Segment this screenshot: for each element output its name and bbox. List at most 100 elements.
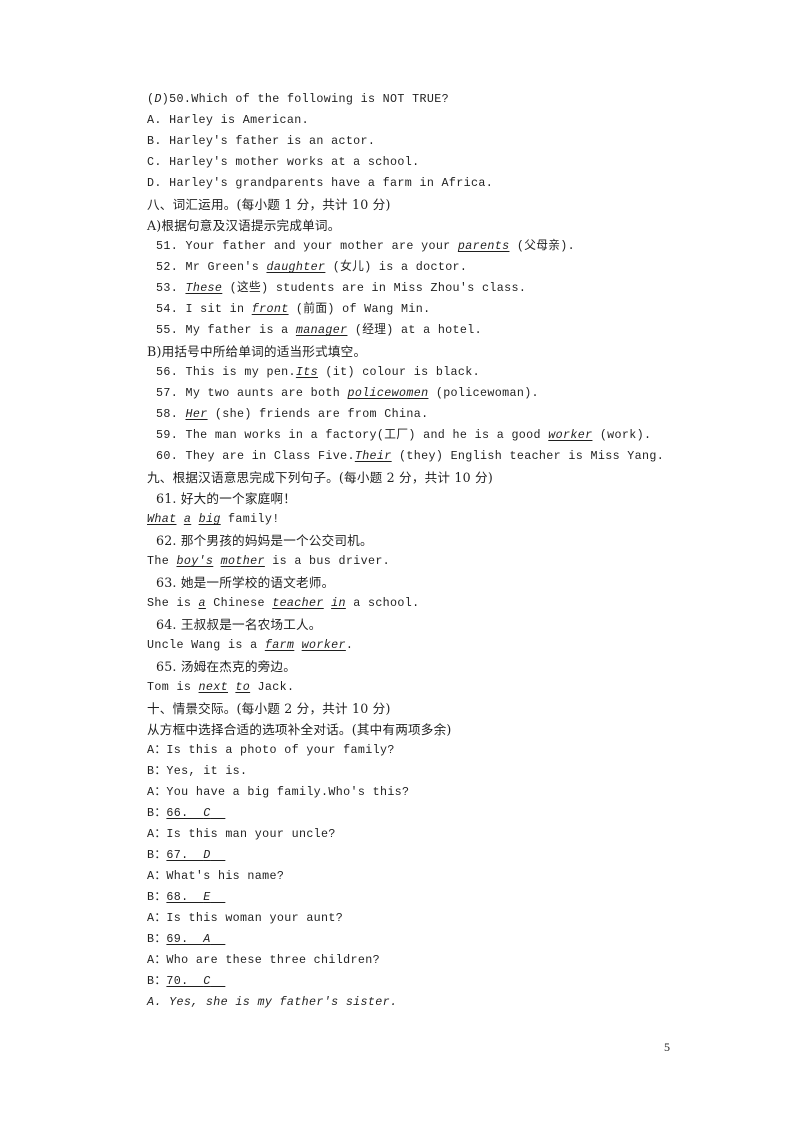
translation-english-line: What a big family! (147, 509, 707, 530)
dialogue-line: A：Is this woman your aunt? (147, 908, 707, 929)
dialogue-blank-answer: A (203, 932, 211, 946)
vocab-a-answer: daughter (266, 260, 326, 274)
question-50-option-b: B. Harley's father is an actor. (147, 134, 376, 148)
section-nine-items: 61. 好大的一个家庭啊！ What a big family! 62. 那个男孩的… (147, 488, 707, 698)
dialogue-blank-gap-end (211, 848, 226, 862)
translation-english-line: Uncle Wang is a farm worker. (147, 635, 707, 656)
vocab-a-text-after: (经理) at a hotel. (347, 323, 482, 337)
translation-number: 63. (156, 575, 177, 590)
translation-answer: next (198, 680, 229, 694)
translation-text: Uncle Wang is a (147, 638, 265, 652)
vocab-a-text-before: I sit in (178, 302, 252, 316)
dialogue-blank-gap (189, 974, 204, 988)
dialogue-blank-gap-end (211, 932, 226, 946)
dialogue-line: A：What's his name? (147, 866, 707, 887)
question-50-option-a: A. Harley is American. (147, 113, 309, 127)
translation-text: is a bus driver. (264, 554, 391, 568)
dialogue-line: B：Yes, it is. (147, 761, 707, 782)
dialogue-blank-number: 70. (166, 974, 189, 988)
translation-answer: big (198, 512, 221, 526)
vocab-b-answer: worker (548, 428, 593, 442)
vocab-b-number: 57. (156, 386, 179, 400)
dialogue-blank[interactable]: 68. E (166, 890, 225, 904)
vocab-b-item: 57. My two aunts are both policewomen (p… (147, 383, 707, 404)
dialogue-text: Is this man your uncle? (166, 827, 336, 841)
dialogue-speaker: B： (147, 764, 167, 778)
dialogue-line: A：Is this a photo of your family? (147, 740, 707, 761)
vocab-a-item: 54. I sit in front (前面) of Wang Min. (147, 299, 707, 320)
dialogue-text: You have a big family.Who's this? (166, 785, 410, 799)
section-ten-heading: 十、情景交际。(每小题 2 分，共计 10 分) (147, 701, 391, 716)
vocab-b-item: 59. The man works in a factory(工厂) and h… (147, 425, 707, 446)
section-ten-dialogue: A：Is this a photo of your family? B：Yes, … (147, 740, 707, 992)
vocab-a-text-after: (这些) students are in Miss Zhou's class. (222, 281, 527, 295)
translation-chinese-text: 她是一所学校的语文老师。 (176, 575, 335, 590)
translation-text: family! (220, 512, 280, 526)
section-nine-heading: 九、根据汉语意思完成下列句子。(每小题 2 分，共计 10 分) (147, 470, 493, 485)
dialogue-blank-answer: E (203, 890, 211, 904)
dialogue-blank-answer: D (203, 848, 211, 862)
vocab-b-item: 60. They are in Class Five.Their (they) … (147, 446, 707, 467)
translation-chinese-line: 63. 她是一所学校的语文老师。 (147, 572, 707, 593)
dialogue-line-blank: B：66. C (147, 803, 707, 824)
dialogue-line-blank: B：69. A (147, 929, 707, 950)
vocab-b-text-after: (policewoman). (428, 386, 539, 400)
vocab-a-number: 54. (156, 302, 179, 316)
translation-chinese-line: 65. 汤姆在杰克的旁边。 (147, 656, 707, 677)
section-ten-instruction: 从方框中选择合适的选项补全对话。(其中有两项多余) (147, 722, 452, 737)
question-50-stem-line: (D)50.Which of the following is NOT TRUE… (147, 89, 707, 110)
vocab-a-answer: These (185, 281, 223, 295)
vocab-a-text-before: My father is a (178, 323, 296, 337)
dialogue-speaker: B： (147, 848, 167, 862)
translation-text: She is (147, 596, 199, 610)
dialogue-blank[interactable]: 66. C (166, 806, 225, 820)
section-eight-part-b-heading: B)用括号中所给单词的适当形式填空。 (147, 344, 367, 359)
translation-number: 62. (156, 533, 177, 548)
dialogue-blank-number: 69. (166, 932, 189, 946)
vocab-b-answer: Their (354, 449, 392, 463)
dialogue-line: A：You have a big family.Who's this? (147, 782, 707, 803)
dialogue-blank-gap-end (211, 806, 226, 820)
page-content: (D)50.Which of the following is NOT TRUE… (147, 89, 707, 1013)
section-eight-part-a-items: 51. Your father and your mother are your… (147, 236, 707, 341)
question-50-number: 50. (169, 92, 192, 106)
dialogue-blank[interactable]: 69. A (166, 932, 225, 946)
translation-text (176, 512, 183, 526)
dialogue-blank-gap-end (211, 974, 226, 988)
dialogue-text: Yes, it is. (166, 764, 248, 778)
translation-english-line: Tom is next to Jack. (147, 677, 707, 698)
dialogue-text: Is this a photo of your family? (166, 743, 395, 757)
translation-chinese-line: 61. 好大的一个家庭啊！ (147, 488, 707, 509)
dialogue-speaker: A： (147, 827, 167, 841)
translation-chinese-text: 汤姆在杰克的旁边。 (176, 659, 296, 674)
dialogue-speaker: B： (147, 932, 167, 946)
vocab-b-number: 60. (156, 449, 179, 463)
translation-number: 64. (156, 617, 177, 632)
translation-chinese-text: 那个男孩的妈妈是一个公交司机。 (176, 533, 373, 548)
vocab-a-text-before: Mr Green's (178, 260, 267, 274)
dialogue-blank-gap (189, 806, 204, 820)
question-50-stem: Which of the following is NOT TRUE? (191, 92, 449, 106)
dialogue-blank[interactable]: 70. C (166, 974, 225, 988)
dialogue-blank[interactable]: 67. D (166, 848, 225, 862)
dialogue-line-blank: B：70. C (147, 971, 707, 992)
translation-text (191, 512, 198, 526)
translation-answer: teacher (272, 596, 324, 610)
vocab-b-number: 56. (156, 365, 179, 379)
translation-text (213, 554, 220, 568)
vocab-a-answer: parents (457, 239, 510, 253)
dialogue-speaker: A： (147, 953, 167, 967)
page-number: 5 (664, 1040, 670, 1054)
dialogue-blank-answer: C (203, 806, 211, 820)
vocab-b-text-before: The man works in a factory(工厂) and he is… (178, 428, 549, 442)
translation-english-line: The boy's mother is a bus driver. (147, 551, 707, 572)
dialogue-speaker: A： (147, 911, 167, 925)
vocab-a-number: 53. (156, 281, 179, 295)
dialogue-blank-number: 66. (166, 806, 189, 820)
section-eight-part-b-items: 56. This is my pen.Its (it) colour is bl… (147, 362, 707, 467)
dialogue-speaker: A： (147, 869, 167, 883)
translation-answer: worker (301, 638, 346, 652)
translation-answer: farm (264, 638, 295, 652)
section-eight-heading: 八、词汇运用。(每小题 1 分，共计 10 分) (147, 197, 391, 212)
vocab-a-item: 51. Your father and your mother are your… (147, 236, 707, 257)
